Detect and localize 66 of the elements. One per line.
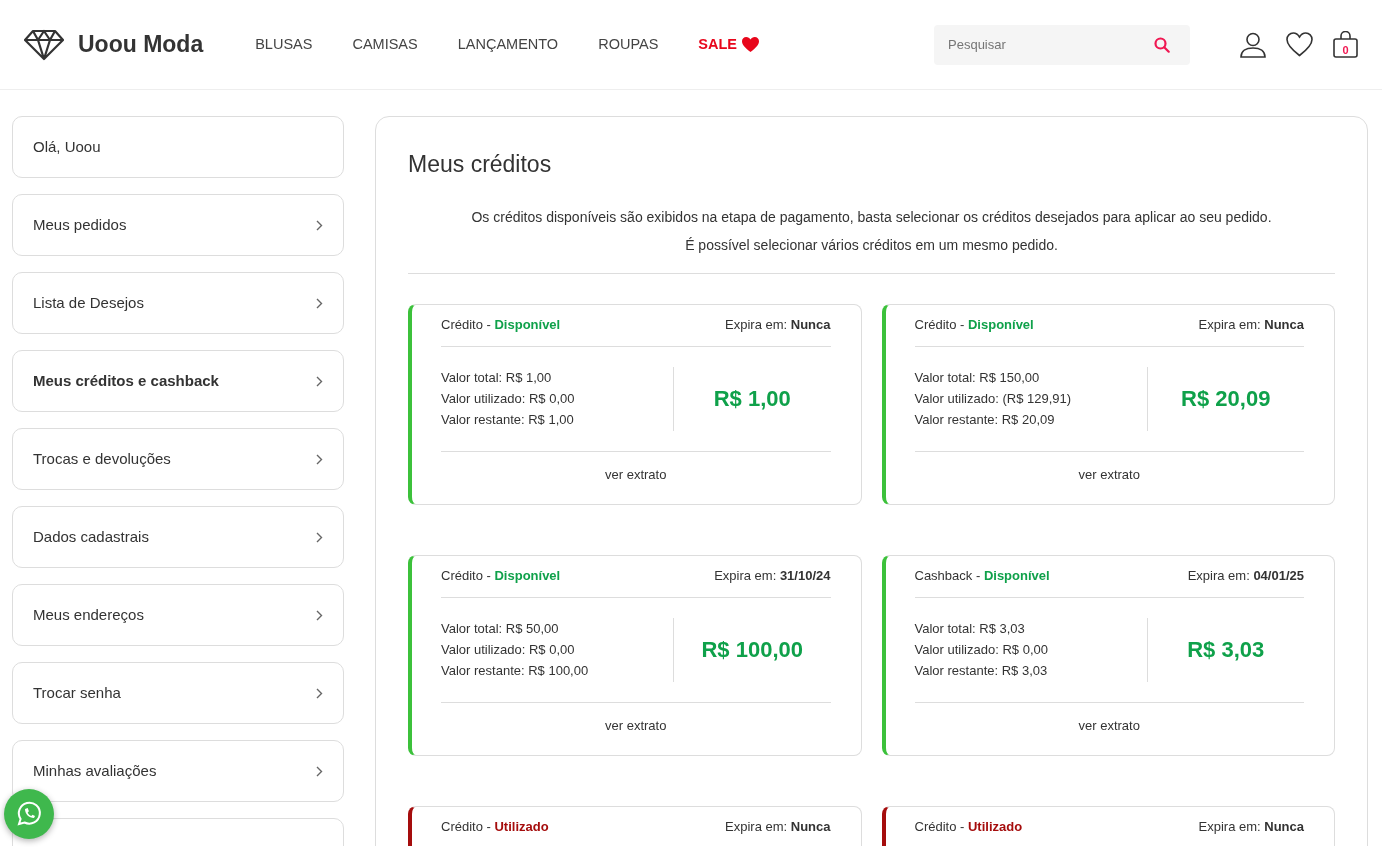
info-text: É possível selecionar vários créditos em um mesmo pedido.: [684, 235, 1059, 255]
page-title: Meus créditos: [408, 151, 553, 179]
expiry-text: Expira em: 31/10/24: [714, 566, 831, 585]
value-line: Valor utilizado: R$ 0,00: [441, 390, 576, 409]
heart-icon[interactable]: [1286, 32, 1313, 57]
chevron-right-icon: [316, 609, 323, 621]
sidebar-item[interactable]: Trocar senha: [12, 662, 344, 724]
chevron-right-icon: [316, 453, 323, 465]
whatsapp-icon: [15, 800, 43, 828]
chevron-right-icon: [316, 687, 323, 699]
credit-type: Crédito - Disponível: [441, 315, 561, 334]
value-line: Valor total: R$ 150,00: [914, 369, 1041, 388]
statement-link[interactable]: ver extrato: [605, 466, 667, 482]
value-line: Valor total: R$ 50,00: [441, 620, 560, 639]
nav-link[interactable]: ROUPAS: [598, 33, 659, 56]
statement-link[interactable]: ver extrato: [1078, 466, 1140, 482]
sidebar-item[interactable]: Meus endereços: [12, 584, 344, 646]
credit-type: Cashback - Disponível: [914, 566, 1050, 585]
value-line: Valor restante: R$ 20,09: [914, 411, 1056, 430]
credit-type: Crédito - Utilizado: [441, 817, 549, 836]
sidebar-item[interactable]: Dados cadastrais: [12, 506, 344, 568]
expiry-text: Expira em: Nunca: [725, 817, 831, 836]
value-line: Valor utilizado: R$ 0,00: [441, 641, 576, 660]
heart-icon: [741, 36, 760, 53]
sidebar-item[interactable]: Minhas avaliações: [12, 740, 344, 802]
chevron-right-icon: [316, 219, 323, 231]
value-line: Valor total: R$ 1,00: [441, 369, 553, 388]
expiry-text: Expira em: Nunca: [1198, 817, 1304, 836]
statement-link[interactable]: ver extrato: [605, 717, 667, 733]
credit-amount: R$ 3,03: [1187, 637, 1265, 663]
expiry-text: Expira em: Nunca: [1198, 315, 1304, 334]
nav-link[interactable]: LANÇAMENTO: [457, 33, 559, 56]
sidebar-item[interactable]: Meus créditos e cashback: [12, 350, 344, 412]
user-icon[interactable]: [1240, 31, 1266, 58]
value-line: Valor total: R$ 3,03: [914, 620, 1026, 639]
logo-text[interactable]: Uoou Moda: [78, 27, 204, 62]
search-field[interactable]: Pesquisar: [934, 24, 1190, 65]
credit-amount: R$ 1,00: [713, 386, 791, 412]
sidebar-item[interactable]: Lista de Desejos: [12, 272, 344, 334]
chevron-right-icon: [316, 297, 323, 309]
chevron-right-icon: [316, 531, 323, 543]
credit-type: Crédito - Utilizado: [914, 817, 1023, 836]
search-icon[interactable]: [1154, 36, 1170, 53]
chevron-right-icon: [316, 765, 323, 777]
sidebar-item[interactable]: Meus pedidos: [12, 194, 344, 256]
diamond-icon: [24, 28, 64, 61]
credit-type: Crédito - Disponível: [914, 315, 1034, 334]
credit-amount: R$ 100,00: [701, 637, 803, 663]
value-line: Valor restante: R$ 100,00: [441, 662, 590, 681]
credit-type: Crédito - Disponível: [441, 566, 561, 585]
value-line: Valor utilizado: R$ 0,00: [914, 641, 1049, 660]
chevron-right-icon: [316, 375, 323, 387]
credit-amount: R$ 20,09: [1181, 386, 1271, 412]
nav-link[interactable]: SALE: [698, 33, 737, 56]
nav-link[interactable]: CAMISAS: [352, 33, 418, 56]
cart-count: 0: [1341, 43, 1350, 58]
sidebar-item[interactable]: Trocas e devoluções: [12, 428, 344, 490]
sidebar-item[interactable]: Olá, Uoou: [12, 116, 344, 178]
expiry-text: Expira em: Nunca: [725, 315, 831, 334]
value-line: Valor restante: R$ 1,00: [441, 411, 575, 430]
nav-link[interactable]: BLUSAS: [255, 33, 313, 56]
statement-link[interactable]: ver extrato: [1078, 717, 1140, 733]
expiry-text: Expira em: 04/01/25: [1187, 566, 1304, 585]
value-line: Valor utilizado: (R$ 129,91): [914, 390, 1073, 409]
info-text: Os créditos disponíveis são exibidos na etapa de pagamento, basta selecionar os créditos desejados para aplicar ao seu pedido.: [470, 207, 1273, 227]
value-line: Valor restante: R$ 3,03: [914, 662, 1049, 681]
